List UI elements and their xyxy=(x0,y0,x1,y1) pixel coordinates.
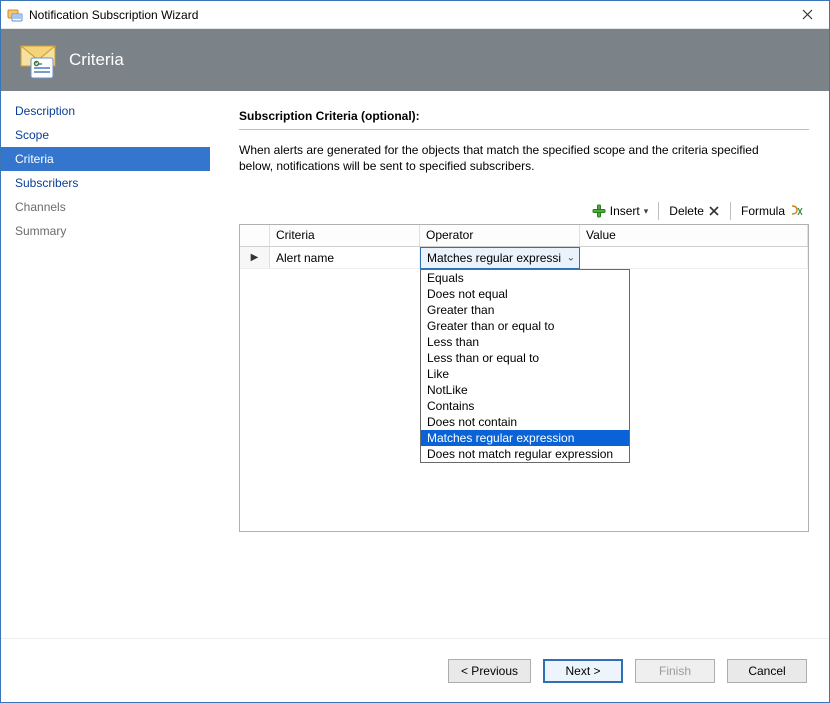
insert-label: Insert xyxy=(610,204,640,218)
criteria-grid: Criteria Operator Value ▶ Alert name Mat… xyxy=(239,224,809,532)
operator-option[interactable]: Equals xyxy=(421,270,629,286)
operator-option[interactable]: Does not contain xyxy=(421,414,629,430)
grid-header-criteria: Criteria xyxy=(270,225,420,246)
formula-button[interactable]: Formula xyxy=(735,202,809,220)
operator-option[interactable]: Less than or equal to xyxy=(421,350,629,366)
operator-selected-text: Matches regular expression xyxy=(427,251,561,265)
grid-header: Criteria Operator Value xyxy=(240,225,808,247)
formula-label: Formula xyxy=(741,204,785,218)
footer: < Previous Next > Finish Cancel xyxy=(1,638,829,702)
value-cell[interactable] xyxy=(580,247,808,268)
sidebar-item-criteria[interactable]: Criteria xyxy=(1,147,210,171)
delete-label: Delete xyxy=(669,204,704,218)
operator-option[interactable]: Like xyxy=(421,366,629,382)
plus-icon xyxy=(592,204,606,218)
sidebar-item-description[interactable]: Description xyxy=(1,99,210,123)
operator-option[interactable]: Contains xyxy=(421,398,629,414)
operator-option[interactable]: Greater than or equal to xyxy=(421,318,629,334)
finish-button: Finish xyxy=(635,659,715,683)
previous-button[interactable]: < Previous xyxy=(448,659,531,683)
operator-cell[interactable]: Matches regular expression ⌄ xyxy=(420,247,580,269)
row-marker-icon: ▶ xyxy=(251,252,259,263)
sidebar-item-subscribers[interactable]: Subscribers xyxy=(1,171,210,195)
cancel-button[interactable]: Cancel xyxy=(727,659,807,683)
delete-x-icon xyxy=(708,205,720,217)
app-icon xyxy=(7,7,23,23)
insert-button[interactable]: Insert ▾ xyxy=(586,202,655,220)
sidebar-item-summary: Summary xyxy=(1,219,210,243)
separator xyxy=(730,202,731,220)
separator xyxy=(658,202,659,220)
banner-title: Criteria xyxy=(69,50,124,70)
grid-header-operator: Operator xyxy=(420,225,580,246)
window-title: Notification Subscription Wizard xyxy=(29,8,785,22)
operator-option[interactable]: NotLike xyxy=(421,382,629,398)
operator-option[interactable]: Matches regular expression xyxy=(421,430,629,446)
grid-header-marker xyxy=(240,225,270,246)
operator-option[interactable]: Does not match regular expression xyxy=(421,446,629,462)
grid-header-value: Value xyxy=(580,225,808,246)
grid-toolbar: Insert ▾ Delete Formula xyxy=(239,202,809,220)
operator-dropdown[interactable]: Equals Does not equal Greater than Great… xyxy=(420,269,630,463)
operator-option[interactable]: Less than xyxy=(421,334,629,350)
close-icon xyxy=(802,9,813,20)
sidebar-item-scope[interactable]: Scope xyxy=(1,123,210,147)
chevron-down-icon: ▾ xyxy=(644,206,649,217)
main-panel: Subscription Criteria (optional): When a… xyxy=(211,91,829,638)
next-button[interactable]: Next > xyxy=(543,659,623,683)
section-title: Subscription Criteria (optional): xyxy=(239,109,809,130)
banner-icon xyxy=(17,40,57,80)
operator-option[interactable]: Does not equal xyxy=(421,286,629,302)
section-description: When alerts are generated for the object… xyxy=(239,142,779,174)
sidebar-item-channels: Channels xyxy=(1,195,210,219)
close-button[interactable] xyxy=(785,1,829,29)
banner: Criteria xyxy=(1,29,829,91)
formula-icon xyxy=(789,204,803,218)
sidebar: Description Scope Criteria Subscribers C… xyxy=(1,91,211,638)
row-marker: ▶ xyxy=(240,247,270,268)
grid-row[interactable]: ▶ Alert name Matches regular expression … xyxy=(240,247,808,269)
operator-option[interactable]: Greater than xyxy=(421,302,629,318)
criteria-cell[interactable]: Alert name xyxy=(270,247,420,268)
titlebar: Notification Subscription Wizard xyxy=(1,1,829,29)
wizard-window: Notification Subscription Wizard Criteri… xyxy=(0,0,830,703)
delete-button[interactable]: Delete xyxy=(663,202,726,220)
body: Description Scope Criteria Subscribers C… xyxy=(1,91,829,638)
chevron-down-icon: ⌄ xyxy=(567,253,575,264)
